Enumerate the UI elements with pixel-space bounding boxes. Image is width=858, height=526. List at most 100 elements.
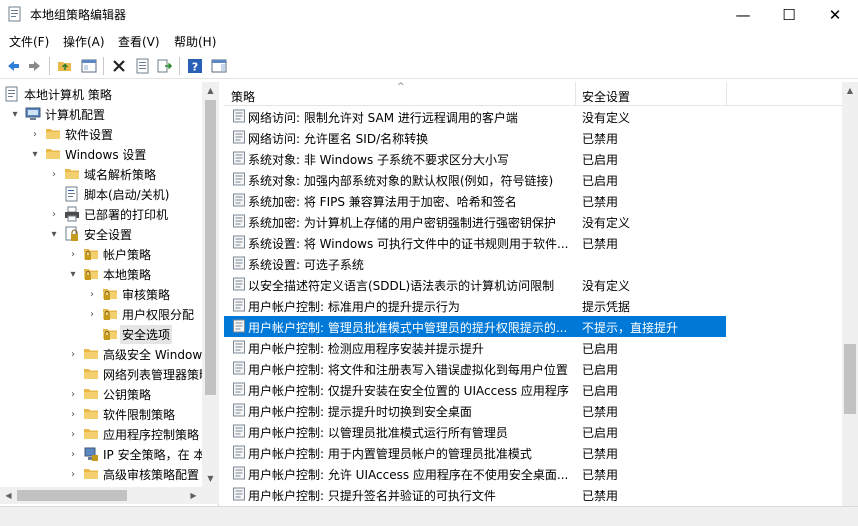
tree-item[interactable]: › 软件限制策略 bbox=[66, 404, 175, 424]
scroll-down-arrow-icon[interactable]: ▼ bbox=[202, 470, 219, 487]
menu-help[interactable]: 帮助(H) bbox=[174, 33, 216, 50]
tree-item[interactable]: › 应用程序控制策略 bbox=[66, 424, 199, 444]
tree-item[interactable]: › 公钥策略 bbox=[66, 384, 151, 404]
maximize-button[interactable]: ☐ bbox=[766, 0, 812, 29]
tree-item[interactable]: 安全选项 bbox=[85, 324, 173, 344]
tree-vertical-scrollbar[interactable]: ▲ ▼ bbox=[202, 82, 219, 487]
tree-item[interactable]: 本地计算机 策略 bbox=[4, 84, 112, 104]
tree-item[interactable]: › IP 安全策略，在 本 bbox=[66, 444, 205, 464]
policy-security-setting: 已禁用 bbox=[582, 132, 619, 146]
scroll-thumb[interactable] bbox=[844, 344, 856, 414]
tree-item[interactable]: ▾ 本地策略 bbox=[66, 264, 151, 284]
tree-item[interactable]: › 高级审核策略配置 bbox=[66, 464, 199, 484]
collapsed-chevron-icon[interactable]: › bbox=[66, 407, 80, 421]
collapsed-chevron-icon[interactable]: › bbox=[85, 307, 99, 321]
policy-row[interactable]: 用户帐户控制: 用于内置管理员帐户的管理员批准模式 已禁用 bbox=[224, 442, 726, 463]
policy-row[interactable]: 用户帐户控制: 允许 UIAccess 应用程序在不使用安全桌面... 已禁用 bbox=[224, 463, 726, 484]
tree-item[interactable]: 脚本(启动/关机) bbox=[47, 184, 169, 204]
scroll-up-arrow-icon[interactable]: ▲ bbox=[842, 82, 858, 99]
policy-row[interactable]: 用户帐户控制: 以管理员批准模式运行所有管理员 已启用 bbox=[224, 421, 726, 442]
scroll-thumb[interactable] bbox=[17, 490, 127, 501]
policy-row[interactable]: 系统加密: 将 FIPS 兼容算法用于加密、哈希和签名 已禁用 bbox=[224, 190, 726, 211]
tree-item-label: IP 安全策略，在 本 bbox=[103, 447, 206, 462]
close-button[interactable]: ✕ bbox=[812, 0, 858, 29]
policy-item-icon bbox=[232, 256, 246, 270]
collapsed-chevron-icon[interactable]: › bbox=[66, 347, 80, 361]
policy-item-icon bbox=[232, 109, 246, 123]
policy-row[interactable]: 用户帐户控制: 检测应用程序安装并提示提升 已启用 bbox=[224, 337, 726, 358]
collapsed-chevron-icon[interactable]: › bbox=[47, 167, 61, 181]
collapsed-chevron-icon[interactable]: › bbox=[66, 247, 80, 261]
tree-item-label: 脚本(启动/关机) bbox=[84, 187, 170, 202]
minimize-button[interactable]: — bbox=[720, 0, 766, 29]
show-hide-tree-icon[interactable] bbox=[79, 56, 99, 76]
collapsed-chevron-icon[interactable]: › bbox=[28, 127, 42, 141]
policy-row[interactable]: 系统设置: 可选子系统 bbox=[224, 253, 726, 274]
tree-item[interactable]: › 软件设置 bbox=[28, 124, 113, 144]
scroll-left-arrow-icon[interactable]: ◀ bbox=[0, 487, 17, 504]
policy-row[interactable]: 网络访问: 允许匿名 SID/名称转换 已禁用 bbox=[224, 127, 726, 148]
column-header-security-setting[interactable]: 安全设置 bbox=[582, 88, 630, 105]
column-header-policy[interactable]: 策略 bbox=[231, 88, 255, 105]
scroll-right-arrow-icon[interactable]: ▶ bbox=[185, 487, 202, 504]
tree-item[interactable]: › 已部署的打印机 bbox=[47, 204, 168, 224]
tree-item[interactable]: ▾ 安全设置 bbox=[47, 224, 132, 244]
collapsed-chevron-icon[interactable]: › bbox=[66, 387, 80, 401]
forward-icon[interactable] bbox=[25, 56, 45, 76]
policy-row[interactable]: 网络访问: 限制允许对 SAM 进行远程调用的客户端 没有定义 bbox=[224, 106, 726, 127]
menu-view[interactable]: 查看(V) bbox=[118, 33, 160, 50]
policy-row[interactable]: 用户帐户控制: 将文件和注册表写入错误虚拟化到每用户位置 已启用 bbox=[224, 358, 726, 379]
policy-row[interactable]: 用户帐户控制: 管理员批准模式中管理员的提升权限提示的... 不提示，直接提升 bbox=[224, 316, 726, 337]
collapsed-chevron-icon[interactable]: › bbox=[85, 287, 99, 301]
tree-item[interactable]: › 审核策略 bbox=[85, 284, 170, 304]
policy-name: 系统对象: 加强内部系统对象的默认权限(例如，符号链接) bbox=[248, 174, 554, 188]
policy-row[interactable]: 用户帐户控制: 仅提升安装在安全位置的 UIAccess 应用程序 已启用 bbox=[224, 379, 726, 400]
tree-item[interactable]: › 域名解析策略 bbox=[47, 164, 156, 184]
scroll-thumb[interactable] bbox=[205, 100, 216, 395]
collapsed-chevron-icon[interactable]: › bbox=[66, 427, 80, 441]
collapsed-chevron-icon[interactable]: › bbox=[66, 447, 80, 461]
policy-row[interactable]: 系统对象: 加强内部系统对象的默认权限(例如，符号链接) 已启用 bbox=[224, 169, 726, 190]
no-chevron bbox=[66, 367, 80, 381]
column-divider[interactable] bbox=[726, 82, 727, 106]
delete-icon[interactable] bbox=[109, 56, 129, 76]
expanded-chevron-icon[interactable]: ▾ bbox=[8, 107, 22, 121]
policy-row[interactable]: 用户帐户控制: 只提升签名并验证的可执行文件 已禁用 bbox=[224, 484, 726, 505]
expanded-chevron-icon[interactable]: ▾ bbox=[28, 147, 42, 161]
export-list-icon[interactable] bbox=[155, 56, 175, 76]
folder-icon bbox=[83, 386, 99, 402]
up-folder-icon[interactable] bbox=[55, 56, 75, 76]
collapsed-chevron-icon[interactable]: › bbox=[47, 207, 61, 221]
tree-item[interactable]: › 用户权限分配 bbox=[85, 304, 194, 324]
list-vertical-scrollbar[interactable]: ▲ bbox=[842, 82, 858, 506]
tree-horizontal-scrollbar[interactable]: ◀ ▶ bbox=[0, 487, 219, 504]
tree-item[interactable]: ▾ 计算机配置 bbox=[8, 104, 105, 124]
svg-text:?: ? bbox=[192, 61, 198, 74]
policy-row[interactable]: 系统加密: 为计算机上存储的用户密钥强制进行强密钥保护 没有定义 bbox=[224, 211, 726, 232]
tree-item[interactable]: 网络列表管理器策略 bbox=[66, 364, 211, 384]
expanded-chevron-icon[interactable]: ▾ bbox=[47, 227, 61, 241]
menu-file[interactable]: 文件(F) bbox=[9, 33, 49, 50]
properties-icon[interactable] bbox=[133, 56, 153, 76]
computer-icon bbox=[25, 106, 41, 122]
title-bar: 本地组策略编辑器 — ☐ ✕ bbox=[0, 0, 858, 29]
policy-row[interactable]: 系统设置: 将 Windows 可执行文件中的证书规则用于软件... 已禁用 bbox=[224, 232, 726, 253]
help-icon[interactable]: ? bbox=[185, 56, 205, 76]
tree-item[interactable]: ▾ Windows 设置 bbox=[28, 144, 146, 164]
show-action-pane-icon[interactable] bbox=[209, 56, 229, 76]
scroll-up-arrow-icon[interactable]: ▲ bbox=[202, 82, 219, 99]
tree-item[interactable]: › 高级安全 Windows bbox=[66, 344, 208, 364]
tree-item-label: 公钥策略 bbox=[103, 387, 152, 402]
column-divider[interactable] bbox=[575, 82, 576, 106]
policy-row[interactable]: 用户帐户控制: 标准用户的提升提示行为 提示凭据 bbox=[224, 295, 726, 316]
policy-row[interactable]: 以安全描述符定义语言(SDDL)语法表示的计算机访问限制 没有定义 bbox=[224, 274, 726, 295]
expanded-chevron-icon[interactable]: ▾ bbox=[66, 267, 80, 281]
policy-row[interactable]: 系统对象: 非 Windows 子系统不要求区分大小写 已启用 bbox=[224, 148, 726, 169]
policy-name: 网络访问: 限制允许对 SAM 进行远程调用的客户端 bbox=[248, 111, 518, 125]
tree-item-label: 已部署的打印机 bbox=[84, 207, 169, 222]
back-icon[interactable] bbox=[3, 56, 23, 76]
collapsed-chevron-icon[interactable]: › bbox=[66, 467, 80, 481]
policy-row[interactable]: 用户帐户控制: 提示提升时切换到安全桌面 已禁用 bbox=[224, 400, 726, 421]
menu-action[interactable]: 操作(A) bbox=[63, 33, 105, 50]
tree-item[interactable]: › 帐户策略 bbox=[66, 244, 151, 264]
